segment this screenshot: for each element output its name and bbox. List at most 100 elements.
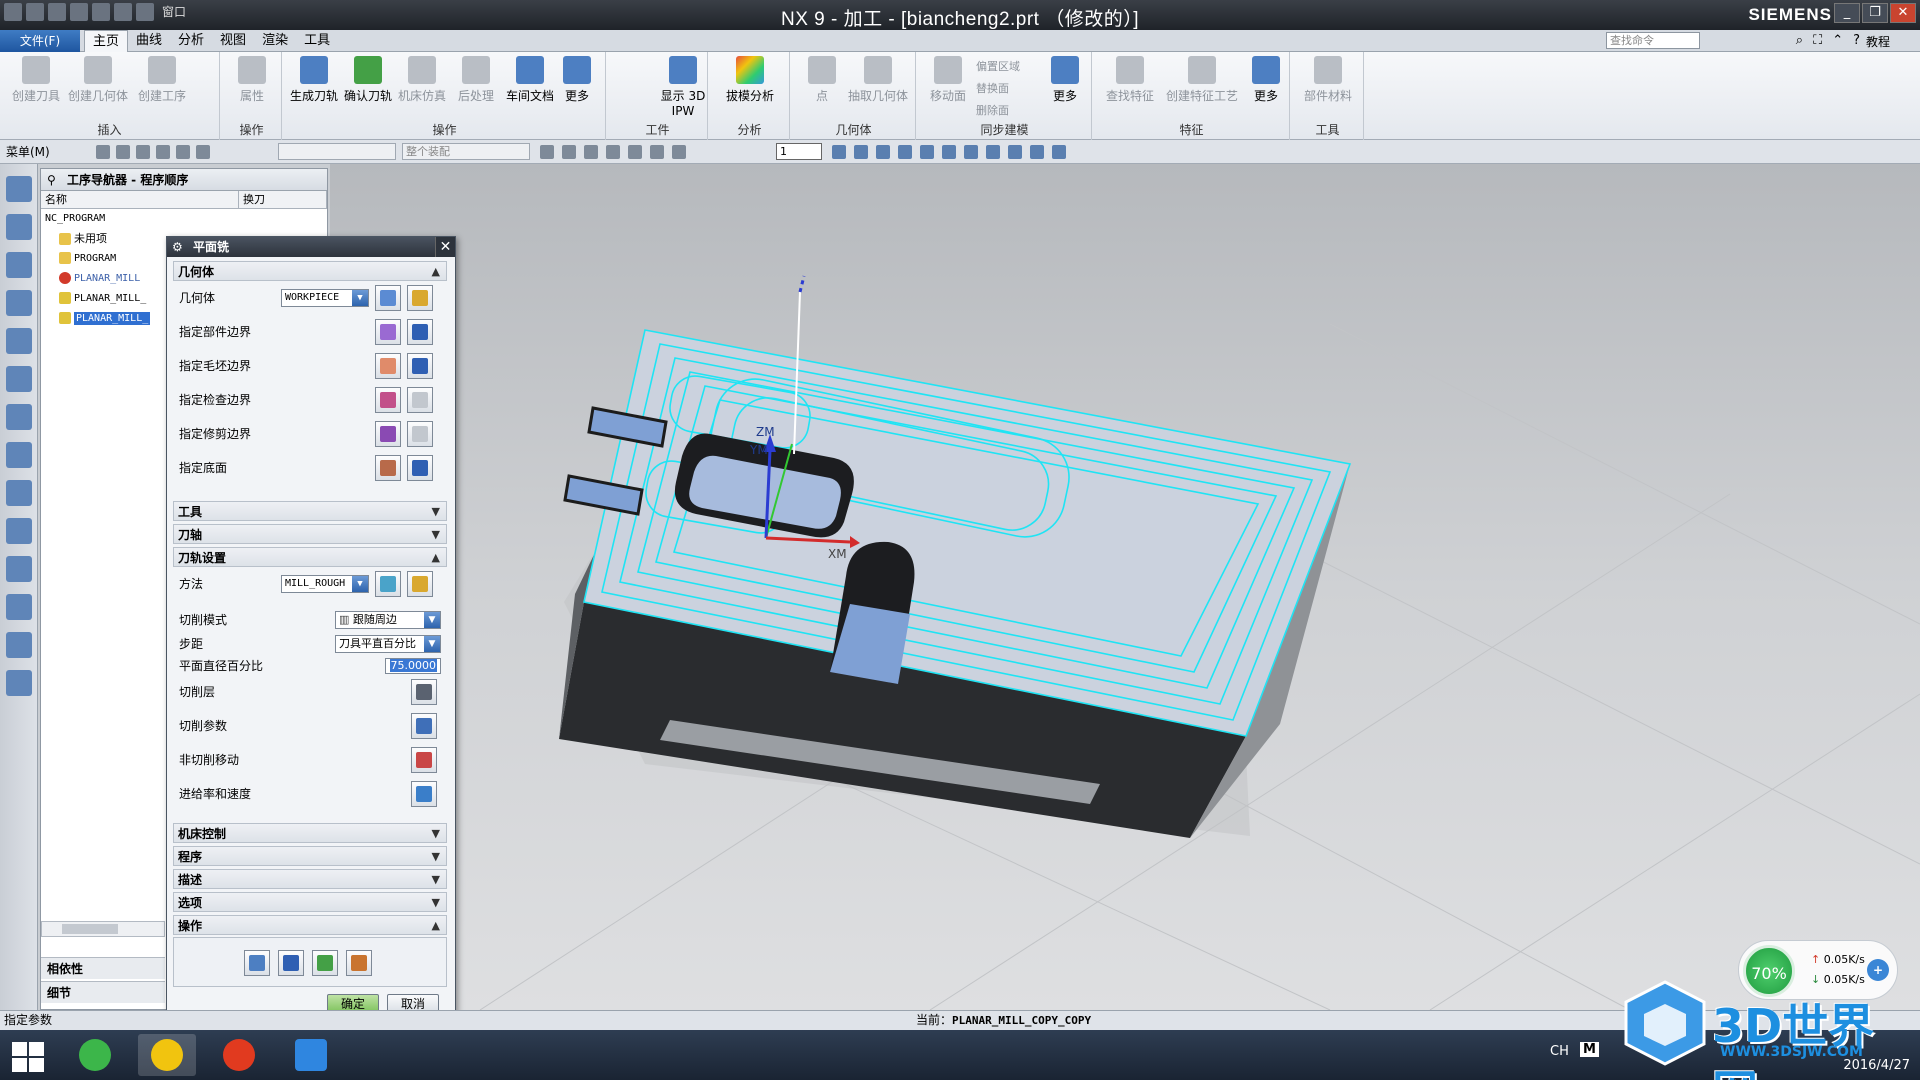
show-object-icon[interactable] [176,145,190,159]
draft-analysis-button[interactable]: 拔模分析 [720,56,780,104]
taskbar-nx-app[interactable] [138,1034,196,1076]
system-materials-icon[interactable] [6,594,32,620]
command-search-input[interactable]: 查找命令 [1606,32,1700,49]
blank-boundary-button[interactable] [375,353,401,379]
scrollbar-thumb[interactable] [62,924,118,934]
measure-icon[interactable] [1052,145,1066,159]
trim-boundary-button[interactable] [375,421,401,447]
section-tool[interactable]: 工具 ▼ [173,501,447,521]
help-icon[interactable]: ? [1853,33,1860,48]
create-tool-button[interactable]: 创建刀具 [6,56,66,104]
geometry-view-icon[interactable] [136,145,150,159]
stepover-select[interactable]: 刀具平直百分比 ▼ [335,635,441,653]
restore-button[interactable]: ❐ [1862,3,1888,23]
manufacturing-wizard-icon[interactable] [6,670,32,696]
section-machine-control[interactable]: 机床控制 ▼ [173,823,447,843]
column-tool-change[interactable]: 换刀 [239,191,327,208]
verify-toolpath-button[interactable]: 确认刀轨 [338,56,398,104]
collapse-ribbon-icon[interactable]: ⌃ [1832,33,1843,48]
cut-levels-button[interactable] [411,679,437,705]
roles-icon[interactable] [6,632,32,658]
machine-tool-navigator-icon[interactable] [6,214,32,240]
select-all-icon[interactable] [584,145,598,159]
hide-object-icon[interactable] [196,145,210,159]
new-method-button[interactable] [375,571,401,597]
snap-icon[interactable] [540,145,554,159]
wcs-icon[interactable] [1008,145,1022,159]
edit-section-icon[interactable] [986,145,1000,159]
process-studio-icon[interactable] [6,518,32,544]
pan-icon[interactable] [898,145,912,159]
deselect-icon[interactable] [606,145,620,159]
input-language[interactable]: CH [1550,1044,1569,1059]
work-layer-select[interactable]: 1 [776,143,822,160]
machine-simulation-button[interactable]: 机床仿真 [392,56,452,104]
web-browser-icon[interactable] [6,442,32,468]
general-select-icon[interactable] [562,145,576,159]
method-select[interactable]: MILL_ROUGH ▼ [281,575,369,593]
program-view-icon[interactable] [96,145,110,159]
section-options[interactable]: 选项 ▼ [173,892,447,912]
properties-button[interactable]: 属性 [222,56,282,104]
edit-geometry-button[interactable] [407,285,433,311]
part-boundary-button[interactable] [375,319,401,345]
find-feature-button[interactable]: 查找特征 [1100,56,1160,104]
cut-params-button[interactable] [411,713,437,739]
section-geometry[interactable]: 几何体 ▲ [173,261,447,281]
machining-feature-navigator-icon[interactable] [6,252,32,278]
flat-diameter-percent-input[interactable]: 75.0000 [385,658,441,674]
tab-analysis[interactable]: 分析 [170,30,212,52]
more-feature-button[interactable]: 更多 [1244,56,1288,104]
part-navigator-icon[interactable] [6,290,32,316]
shop-docs-button[interactable]: 车间文档 [500,56,560,104]
display-trim-boundary-button[interactable] [407,421,433,447]
taskbar-taobao-app[interactable] [210,1034,268,1076]
cube-icon[interactable] [672,145,686,159]
check-boundary-button[interactable] [375,387,401,413]
feeds-speeds-button[interactable] [411,781,437,807]
taskbar-wifi-app[interactable] [66,1034,124,1076]
tree-row-nc-program[interactable]: NC_PROGRAM [41,209,327,229]
display-check-boundary-button[interactable] [407,387,433,413]
selection-scope-select[interactable]: 整个装配 [402,143,530,160]
palette-icon[interactable] [6,556,32,582]
postprocess-button[interactable]: 后处理 [446,56,506,104]
rotate-icon[interactable] [876,145,890,159]
floor-button[interactable] [375,455,401,481]
assembly-navigator-icon[interactable] [6,328,32,354]
list-button[interactable] [346,950,372,976]
cut-pattern-select[interactable]: ▥ 跟随周边 ▼ [335,611,441,629]
operation-navigator-icon[interactable] [6,176,32,202]
method-view-icon[interactable] [156,145,170,159]
display-floor-button[interactable] [407,455,433,481]
gear-icon[interactable]: ⚙ [172,237,183,257]
verify-button[interactable] [312,950,338,976]
point-button[interactable]: 点 [792,56,852,104]
zoom-icon[interactable] [854,145,868,159]
move-face-button[interactable]: 移动面 [918,56,978,104]
hd3d-tools-icon[interactable] [6,404,32,430]
display-blank-boundary-button[interactable] [407,353,433,379]
move-wcs-icon[interactable] [1030,145,1044,159]
part-material-button[interactable]: 部件材料 [1298,56,1358,104]
section-actions[interactable]: 操作 ▲ [173,915,447,935]
close-button[interactable]: ✕ [1890,3,1916,23]
tab-curve[interactable]: 曲线 [128,30,170,52]
section-program[interactable]: 程序 ▼ [173,846,447,866]
render-style-icon[interactable] [942,145,956,159]
more-sync-button[interactable]: 更多 [1040,56,1090,104]
tab-view[interactable]: 视图 [212,30,254,52]
start-button[interactable] [10,1040,46,1072]
sphere-icon[interactable] [650,145,664,159]
create-feature-process-button[interactable]: 创建特征工艺 [1162,56,1242,104]
more-operation-button[interactable]: 更多 [552,56,602,104]
extract-geometry-button[interactable]: 抽取几何体 [848,56,908,104]
tab-home[interactable]: 主页 [84,30,129,52]
dialog-title-bar[interactable]: ⚙ 平面铣 ✕ [167,237,455,257]
select-box-icon[interactable] [628,145,642,159]
type-filter-select[interactable] [278,143,396,160]
fit-icon[interactable] [832,145,846,159]
dependencies-section[interactable]: 相依性 [41,957,165,979]
replace-face-button[interactable]: 替换面 [976,80,1009,96]
edit-method-button[interactable] [407,571,433,597]
